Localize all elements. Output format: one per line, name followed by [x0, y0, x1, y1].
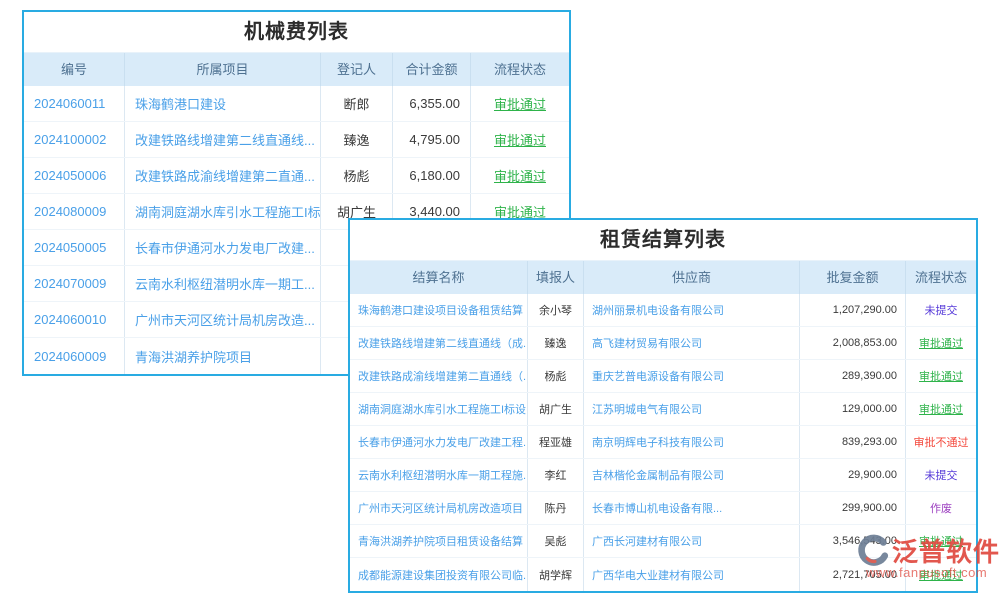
amount-cell: 6,355.00: [392, 86, 470, 121]
column-header: 供应商: [583, 261, 799, 295]
table-body: 珠海鹤港口建设项目设备租赁结算余小琴湖州丽景机电设备有限公司1,207,290.…: [350, 294, 976, 591]
link-cell[interactable]: 重庆艺普电源设备有限公司: [583, 360, 799, 392]
status-cell[interactable]: 审批通过: [905, 360, 976, 392]
link-cell[interactable]: 广西华电大业建材有限公司: [583, 558, 799, 591]
link-cell[interactable]: 南京明辉电子科技有限公司: [583, 426, 799, 458]
table-row: 长春市伊通河水力发电厂改建工程...程亚雄南京明辉电子科技有限公司839,293…: [350, 426, 976, 459]
status-cell[interactable]: 审批通过: [470, 158, 569, 193]
amount-cell: 3,546,543.00: [799, 525, 905, 557]
status-cell[interactable]: 未提交: [905, 459, 976, 491]
amount-cell: 289,390.00: [799, 360, 905, 392]
amount-cell: 1,207,290.00: [799, 294, 905, 326]
status-cell[interactable]: 审批通过: [470, 122, 569, 157]
amount-cell: 2,008,853.00: [799, 327, 905, 359]
link-cell[interactable]: 珠海鹤港口建设: [124, 86, 320, 121]
link-cell[interactable]: 长春市伊通河水力发电厂改建...: [124, 230, 320, 265]
amount-cell: 2,721,705.00: [799, 558, 905, 591]
amount-cell: 839,293.00: [799, 426, 905, 458]
column-header: 流程状态: [470, 53, 569, 87]
link-cell[interactable]: 云南水利枢纽潜明水库一期工...: [124, 266, 320, 301]
text-cell: 李红: [527, 459, 583, 491]
text-cell: 吴彪: [527, 525, 583, 557]
link-cell[interactable]: 改建铁路成渝线增建第二直通...: [124, 158, 320, 193]
table-row: 广州市天河区统计局机房改造项目陈丹长春市博山机电设备有限...299,900.0…: [350, 492, 976, 525]
table-row: 湖南洞庭湖水库引水工程施工I标设...胡广生江苏明城电气有限公司129,000.…: [350, 393, 976, 426]
table-row: 珠海鹤港口建设项目设备租赁结算余小琴湖州丽景机电设备有限公司1,207,290.…: [350, 294, 976, 327]
link-cell[interactable]: 珠海鹤港口建设项目设备租赁结算: [350, 294, 527, 326]
link-cell[interactable]: 改建铁路线增建第二线直通线（成...: [350, 327, 527, 359]
table-row: 改建铁路线增建第二线直通线（成...臻逸高飞建材贸易有限公司2,008,853.…: [350, 327, 976, 360]
amount-cell: 29,900.00: [799, 459, 905, 491]
status-cell[interactable]: 审批不通过: [905, 426, 976, 458]
text-cell: 臻逸: [320, 122, 392, 157]
table-row: 云南水利枢纽潜明水库一期工程施...李红吉林楷伦金属制品有限公司29,900.0…: [350, 459, 976, 492]
table-header-row: 结算名称填报人供应商批复金额流程状态: [350, 260, 976, 294]
text-cell: 余小琴: [527, 294, 583, 326]
table-header-row: 编号所属项目登记人合计金额流程状态: [24, 52, 569, 86]
status-cell[interactable]: 审批通过: [905, 327, 976, 359]
column-header: 批复金额: [799, 261, 905, 295]
lease-settlement-list-window: 租赁结算列表 结算名称填报人供应商批复金额流程状态 珠海鹤港口建设项目设备租赁结…: [348, 218, 978, 593]
link-cell[interactable]: 长春市博山机电设备有限...: [583, 492, 799, 524]
link-cell[interactable]: 2024050006: [24, 158, 124, 193]
link-cell[interactable]: 成都能源建设集团投资有限公司临...: [350, 558, 527, 591]
status-cell[interactable]: 审批通过: [905, 558, 976, 591]
link-cell[interactable]: 江苏明城电气有限公司: [583, 393, 799, 425]
amount-cell: 129,000.00: [799, 393, 905, 425]
text-cell: 杨彪: [527, 360, 583, 392]
text-cell: 臻逸: [527, 327, 583, 359]
link-cell[interactable]: 2024060009: [24, 338, 124, 374]
table-row: 2024050006改建铁路成渝线增建第二直通...杨彪6,180.00审批通过: [24, 158, 569, 194]
link-cell[interactable]: 2024060011: [24, 86, 124, 121]
link-cell[interactable]: 云南水利枢纽潜明水库一期工程施...: [350, 459, 527, 491]
window-title: 租赁结算列表: [350, 220, 976, 260]
page: 机械费列表 编号所属项目登记人合计金额流程状态 2024060011珠海鹤港口建…: [0, 0, 1000, 600]
link-cell[interactable]: 改建铁路线增建第二线直通线...: [124, 122, 320, 157]
text-cell: 胡广生: [527, 393, 583, 425]
link-cell[interactable]: 2024100002: [24, 122, 124, 157]
link-cell[interactable]: 2024070009: [24, 266, 124, 301]
text-cell: 陈丹: [527, 492, 583, 524]
column-header: 编号: [24, 53, 124, 87]
link-cell[interactable]: 青海洪湖养护院项目租赁设备结算: [350, 525, 527, 557]
column-header: 登记人: [320, 53, 392, 87]
status-cell[interactable]: 审批通过: [905, 525, 976, 557]
link-cell[interactable]: 青海洪湖养护院项目: [124, 338, 320, 374]
window-title: 机械费列表: [24, 12, 569, 52]
column-header: 填报人: [527, 261, 583, 295]
amount-cell: 6,180.00: [392, 158, 470, 193]
text-cell: 程亚雄: [527, 426, 583, 458]
link-cell[interactable]: 湖南洞庭湖水库引水工程施工I标设...: [350, 393, 527, 425]
status-cell[interactable]: 审批通过: [905, 393, 976, 425]
amount-cell: 299,900.00: [799, 492, 905, 524]
link-cell[interactable]: 广州市天河区统计局机房改造...: [124, 302, 320, 337]
text-cell: 断郎: [320, 86, 392, 121]
link-cell[interactable]: 2024050005: [24, 230, 124, 265]
column-header: 所属项目: [124, 53, 320, 87]
link-cell[interactable]: 湖南洞庭湖水库引水工程施工I标: [124, 194, 320, 229]
text-cell: 胡学辉: [527, 558, 583, 591]
link-cell[interactable]: 改建铁路成渝线增建第二直通线（...: [350, 360, 527, 392]
column-header: 流程状态: [905, 261, 976, 295]
link-cell[interactable]: 高飞建材贸易有限公司: [583, 327, 799, 359]
link-cell[interactable]: 吉林楷伦金属制品有限公司: [583, 459, 799, 491]
table-row: 青海洪湖养护院项目租赁设备结算吴彪广西长河建材有限公司3,546,543.00审…: [350, 525, 976, 558]
link-cell[interactable]: 2024060010: [24, 302, 124, 337]
text-cell: 杨彪: [320, 158, 392, 193]
table-row: 2024060011珠海鹤港口建设断郎6,355.00审批通过: [24, 86, 569, 122]
column-header: 结算名称: [350, 261, 527, 295]
amount-cell: 4,795.00: [392, 122, 470, 157]
column-header: 合计金额: [392, 53, 470, 87]
link-cell[interactable]: 广西长河建材有限公司: [583, 525, 799, 557]
status-cell[interactable]: 审批通过: [470, 86, 569, 121]
status-cell[interactable]: 作废: [905, 492, 976, 524]
table-row: 成都能源建设集团投资有限公司临...胡学辉广西华电大业建材有限公司2,721,7…: [350, 558, 976, 591]
link-cell[interactable]: 湖州丽景机电设备有限公司: [583, 294, 799, 326]
link-cell[interactable]: 广州市天河区统计局机房改造项目: [350, 492, 527, 524]
status-cell[interactable]: 未提交: [905, 294, 976, 326]
table-row: 2024100002改建铁路线增建第二线直通线...臻逸4,795.00审批通过: [24, 122, 569, 158]
link-cell[interactable]: 2024080009: [24, 194, 124, 229]
table-row: 改建铁路成渝线增建第二直通线（...杨彪重庆艺普电源设备有限公司289,390.…: [350, 360, 976, 393]
link-cell[interactable]: 长春市伊通河水力发电厂改建工程...: [350, 426, 527, 458]
